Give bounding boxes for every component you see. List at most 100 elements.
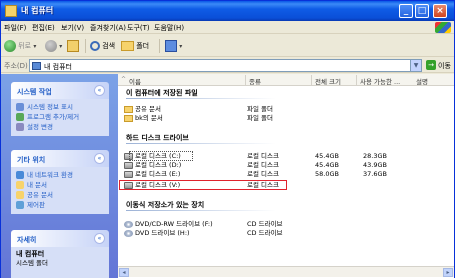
forward-button[interactable]: ▾ (45, 38, 62, 54)
chevron-down-icon: ▾ (179, 43, 183, 50)
panel-header[interactable]: 기타 위치 « (11, 150, 109, 167)
hard-drive-icon (124, 182, 133, 189)
col-desc[interactable]: 설명 (416, 76, 428, 86)
back-button[interactable]: 뒤로 ▾ (4, 38, 36, 54)
system-tasks-panel: 시스템 작업 « 시스템 정보 표시 프로그램 추가/제거 설정 변경 (11, 82, 109, 136)
list-item[interactable]: 로컬 디스크 (V:) 로컬 디스크 (124, 181, 444, 190)
panel-title: 자세히 (17, 236, 37, 244)
address-input[interactable]: 내 컴퓨터 ▼ (29, 59, 422, 72)
list-item[interactable]: DVD 드라이브 (H:) CD 드라이브 (124, 229, 444, 238)
cd-drive-icon (124, 230, 133, 237)
task-pane: 시스템 작업 « 시스템 정보 표시 프로그램 추가/제거 설정 변경 기타 위… (1, 74, 118, 278)
toolbar: 뒤로 ▾ ▾ 검색 폴더 ▾ (1, 35, 454, 57)
other-places-panel: 기타 위치 « 내 네트워크 환경 내 문서 공유 문서 제어판 (11, 150, 109, 214)
panel-header[interactable]: 시스템 작업 « (11, 82, 109, 99)
group-hard-disks: 하드 디스크 드라이브 (126, 134, 189, 142)
col-free[interactable]: 사용 가능한 ... (360, 76, 400, 86)
folders-icon (121, 41, 134, 51)
col-size[interactable]: 전체 크기 (315, 76, 341, 86)
list-item[interactable]: DVD/CD-RW 드라이브 (F:) CD 드라이브 (124, 220, 444, 229)
task-network-places[interactable]: 내 네트워크 환경 (16, 170, 104, 180)
panel-header[interactable]: 자세히 « (11, 230, 109, 247)
menu-tools[interactable]: 도구(T) (127, 23, 150, 33)
menu-file[interactable]: 파일(F) (4, 23, 26, 33)
cd-drive-icon (124, 221, 133, 228)
up-folder-button[interactable] (67, 38, 79, 54)
back-label: 뒤로 (18, 42, 32, 50)
task-my-documents[interactable]: 내 문서 (16, 180, 104, 190)
collapse-icon[interactable]: « (94, 233, 105, 244)
system-info-icon (16, 103, 24, 111)
task-change-setting[interactable]: 설정 변경 (16, 122, 104, 132)
address-bar: 주소(D) 내 컴퓨터 ▼ → 이동 (1, 58, 454, 73)
col-type[interactable]: 종류 (249, 76, 261, 86)
task-view-system-info[interactable]: 시스템 정보 표시 (16, 102, 104, 112)
folder-icon (124, 106, 133, 113)
details-type: 시스템 폴더 (16, 259, 48, 267)
details-panel: 자세히 « 내 컴퓨터 시스템 폴더 (11, 230, 109, 278)
group-removable: 이동식 저장소가 있는 장치 (126, 201, 205, 209)
title-bar[interactable]: 내 컴퓨터 _ □ × (1, 1, 454, 21)
chevron-down-icon: ▾ (33, 43, 37, 50)
task-shared-documents[interactable]: 공유 문서 (16, 190, 104, 200)
folders-button[interactable]: 폴더 (121, 38, 149, 54)
views-button[interactable]: ▾ (165, 38, 182, 54)
column-header: ^ 이름 종류 전체 크기 사용 가능한 ... 설명 (118, 74, 454, 86)
search-button[interactable]: 검색 (90, 38, 115, 54)
menu-help[interactable]: 도움말(H) (154, 23, 184, 33)
views-icon (165, 40, 177, 52)
list-item[interactable]: 로컬 디스크 (C:) 로컬 디스크 45.4GB 28.3GB (124, 151, 444, 161)
collapse-icon[interactable]: « (94, 153, 105, 164)
list-item[interactable]: 로컬 디스크 (E:) 로컬 디스크 58.0GB 37.6GB (124, 170, 444, 179)
address-label: 주소(D) (4, 62, 28, 70)
close-button[interactable]: × (433, 4, 447, 18)
my-computer-icon (32, 62, 41, 70)
group-stored-files: 이 컴퓨터에 저장된 파일 (126, 89, 198, 97)
col-name[interactable]: 이름 (129, 76, 141, 86)
chevron-down-icon: ▾ (59, 43, 63, 50)
go-button[interactable]: 이동 (438, 61, 451, 71)
search-icon (90, 41, 100, 51)
window-title: 내 컴퓨터 (21, 6, 54, 15)
forward-arrow-icon (45, 40, 57, 52)
scroll-left-icon[interactable]: ◂ (119, 268, 129, 277)
list-item[interactable]: bk의 문서 파일 폴더 (124, 114, 444, 123)
maximize-button[interactable]: □ (415, 4, 429, 18)
folder-icon (16, 191, 24, 199)
settings-icon (16, 123, 24, 131)
windows-logo-icon (435, 22, 451, 33)
folder-up-icon (67, 40, 79, 52)
horizontal-scrollbar[interactable]: ◂ ▸ (118, 266, 454, 277)
panel-title: 시스템 작업 (17, 88, 52, 96)
hard-drive-icon (124, 162, 133, 169)
task-add-remove-programs[interactable]: 프로그램 추가/제거 (16, 112, 104, 122)
folder-icon (16, 181, 24, 189)
explorer-window: 내 컴퓨터 _ □ × 파일(F) 편집(E) 보기(V) 즐겨찾기(A) 도구… (0, 0, 455, 278)
collapse-icon[interactable]: « (94, 85, 105, 96)
panel-title: 기타 위치 (17, 156, 46, 164)
sort-arrow-icon: ^ (121, 76, 127, 83)
control-panel-icon (16, 201, 24, 209)
folder-icon (124, 115, 133, 122)
menu-view[interactable]: 보기(V) (61, 23, 84, 33)
folders-label: 폴더 (136, 42, 150, 50)
menu-bar: 파일(F) 편집(E) 보기(V) 즐겨찾기(A) 도구(T) 도움말(H) (1, 21, 454, 34)
file-list-pane: ^ 이름 종류 전체 크기 사용 가능한 ... 설명 이 컴퓨터에 저장된 파… (118, 74, 454, 278)
details-name: 내 컴퓨터 (16, 250, 45, 258)
menu-edit[interactable]: 편집(E) (32, 23, 55, 33)
search-label: 검색 (102, 42, 116, 50)
my-computer-icon (5, 5, 17, 17)
minimize-button[interactable]: _ (399, 4, 413, 18)
task-control-panel[interactable]: 제어판 (16, 200, 104, 210)
scroll-right-icon[interactable]: ▸ (443, 268, 453, 277)
go-arrow-icon[interactable]: → (426, 60, 436, 70)
add-remove-icon (16, 113, 24, 121)
list-item[interactable]: 로컬 디스크 (D:) 로컬 디스크 45.4GB 43.9GB (124, 161, 444, 170)
hard-drive-icon (124, 171, 133, 178)
address-value: 내 컴퓨터 (44, 63, 72, 71)
list-item[interactable]: 공유 문서 파일 폴더 (124, 105, 444, 114)
network-icon (16, 171, 24, 179)
back-arrow-icon (4, 40, 16, 52)
menu-favorites[interactable]: 즐겨찾기(A) (90, 23, 126, 33)
address-dropdown-icon[interactable]: ▼ (410, 60, 421, 71)
